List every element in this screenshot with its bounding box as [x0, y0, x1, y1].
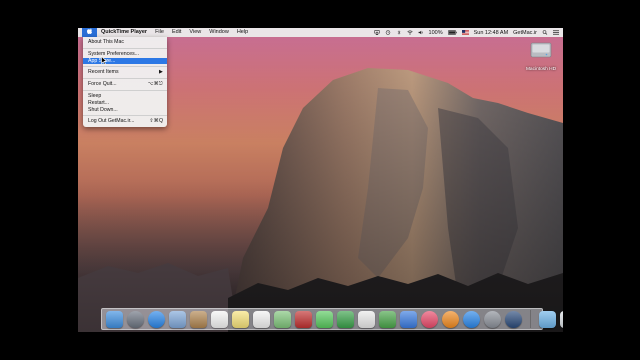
apple-menu-button[interactable] [82, 28, 97, 37]
window-menu[interactable]: Window [205, 28, 233, 37]
menu-bar: QuickTime Player File Edit View Window H… [78, 28, 563, 37]
system-preferences-icon[interactable] [484, 310, 501, 328]
facetime-icon[interactable] [337, 310, 354, 328]
force-quit-shortcut: ⌥⌘⎋ [147, 81, 163, 88]
menu-separator [83, 66, 167, 68]
hard-drive-icon[interactable] [530, 40, 552, 60]
desktop-screen: QuickTime Player File Edit View Window H… [78, 28, 563, 332]
status-area: 100% Sun 12:48 AM GetMac.ir [373, 28, 559, 37]
edit-menu[interactable]: Edit [168, 28, 185, 37]
mail-icon[interactable] [169, 310, 186, 328]
apple-dropdown-menu: About This Mac System Preferences... App… [83, 37, 167, 127]
apple-icon [87, 28, 92, 34]
contacts-icon[interactable] [190, 310, 207, 328]
mouse-pointer-icon [101, 56, 107, 65]
submenu-arrow-icon: ▶ [159, 69, 163, 76]
notes-icon[interactable] [232, 310, 249, 328]
menu-separator [83, 78, 167, 80]
itunes-icon[interactable] [421, 310, 438, 328]
downloads-folder-icon[interactable] [539, 310, 556, 328]
menu-separator [83, 115, 167, 117]
menu-item-system-preferences[interactable]: System Preferences... [83, 51, 167, 58]
photo-booth-icon[interactable] [295, 310, 312, 328]
numbers-icon[interactable] [379, 310, 396, 328]
force-quit-label: Force Quit... [88, 81, 117, 88]
file-menu[interactable]: File [151, 28, 168, 37]
time-machine-icon[interactable] [385, 30, 391, 35]
safari-icon[interactable] [148, 310, 165, 328]
log-out-label: Log Out GetMac.ir... [88, 118, 135, 125]
menu-separator [83, 47, 167, 49]
airplay-icon[interactable] [373, 30, 380, 35]
view-menu[interactable]: View [185, 28, 205, 37]
menu-item-shut-down[interactable]: Shut Down... [83, 107, 167, 114]
spotlight-search-icon[interactable] [542, 30, 548, 35]
finder-icon[interactable] [106, 310, 123, 328]
menu-item-app-store[interactable]: App Store... [83, 57, 167, 65]
volume-icon[interactable] [418, 30, 424, 35]
menu-item-force-quit[interactable]: Force Quit... ⌥⌘⎋ [83, 81, 167, 88]
ibooks-icon[interactable] [442, 310, 459, 328]
quicktime-icon[interactable] [505, 310, 522, 328]
menu-separator [83, 89, 167, 91]
app-store-icon[interactable] [463, 310, 480, 328]
maps-icon[interactable] [274, 310, 291, 328]
user-name[interactable]: GetMac.ir [513, 30, 537, 36]
menu-item-restart[interactable]: Restart... [83, 100, 167, 107]
battery-percentage[interactable]: 100% [429, 30, 443, 36]
menu-item-log-out[interactable]: Log Out GetMac.ir... ⇧⌘Q [83, 118, 167, 125]
launchpad-icon[interactable] [127, 310, 144, 328]
calendar-icon[interactable] [211, 310, 228, 328]
dock-separator [530, 310, 531, 328]
hard-drive-label[interactable]: Macintosh HD [523, 67, 559, 72]
input-source-flag-icon[interactable] [461, 30, 469, 35]
messages-icon[interactable] [316, 310, 333, 328]
menu-item-about-this-mac[interactable]: About This Mac [83, 39, 167, 46]
recent-items-label: Recent Items [88, 69, 119, 76]
reminders-icon[interactable] [253, 310, 270, 328]
clock[interactable]: Sun 12:48 AM [474, 30, 509, 36]
help-menu[interactable]: Help [233, 28, 252, 37]
trash-icon[interactable] [560, 310, 563, 328]
pages-icon[interactable] [358, 310, 375, 328]
menu-item-recent-items[interactable]: Recent Items ▶ [83, 69, 167, 76]
log-out-shortcut: ⇧⌘Q [149, 118, 163, 125]
app-name-menu[interactable]: QuickTime Player [97, 28, 151, 37]
keynote-icon[interactable] [400, 310, 417, 328]
menu-item-sleep[interactable]: Sleep [83, 93, 167, 100]
notification-center-icon[interactable] [553, 30, 559, 35]
bluetooth-icon[interactable] [396, 30, 402, 35]
battery-icon[interactable] [447, 30, 457, 35]
wifi-icon[interactable] [406, 30, 413, 35]
dock [101, 308, 563, 330]
